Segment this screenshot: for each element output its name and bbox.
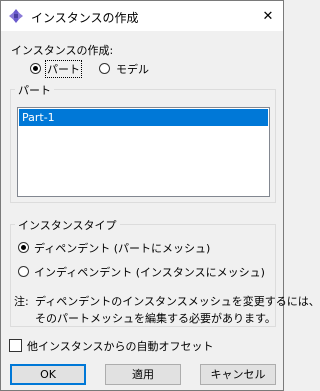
dialog-title: インスタンスの作成 xyxy=(31,11,139,25)
radio-independent-label: インディペンデント (インスタンスにメッシュ) xyxy=(34,266,265,279)
apply-button[interactable]: 適用 xyxy=(105,364,181,385)
create-instance-dialog: インスタンスの作成 ✕ インスタンスの作成: パート モデル パート Part-… xyxy=(0,0,320,391)
radio-dependent[interactable] xyxy=(18,242,29,253)
radio-independent[interactable] xyxy=(18,266,29,277)
radio-part[interactable] xyxy=(30,63,41,74)
radio-model-label: モデル xyxy=(116,63,149,76)
abaqus-app-icon xyxy=(9,9,23,23)
radio-model[interactable] xyxy=(99,63,110,74)
parts-listbox[interactable]: Part-1 xyxy=(17,107,270,197)
radio-part-label: パート xyxy=(45,60,82,78)
auto-offset-checkbox[interactable] xyxy=(9,339,22,352)
parts-group-title: パート xyxy=(15,82,54,98)
create-instance-label: インスタンスの作成: xyxy=(11,44,114,57)
cancel-button[interactable]: キャンセル xyxy=(200,364,276,385)
note-prefix: 注: xyxy=(14,295,29,308)
close-icon: ✕ xyxy=(262,8,274,24)
ok-button[interactable]: OK xyxy=(10,364,86,385)
list-item[interactable]: Part-1 xyxy=(19,109,268,126)
auto-offset-label: 他インスタンスからの自動オフセット xyxy=(27,340,214,353)
instance-type-group-title: インスタンスタイプ xyxy=(15,217,120,233)
radio-dependent-label: ディペンデント (パートにメッシュ) xyxy=(34,242,211,255)
title-bar: インスタンスの作成 ✕ xyxy=(1,1,283,31)
parts-group: パート Part-1 xyxy=(10,82,276,203)
note-line-2: そのパートメッシュを編集する必要があります。 xyxy=(35,312,276,325)
close-button[interactable]: ✕ xyxy=(253,1,283,31)
note-line-1: ディペンデントのインスタンスメッシュを変更するには、 xyxy=(35,295,320,308)
